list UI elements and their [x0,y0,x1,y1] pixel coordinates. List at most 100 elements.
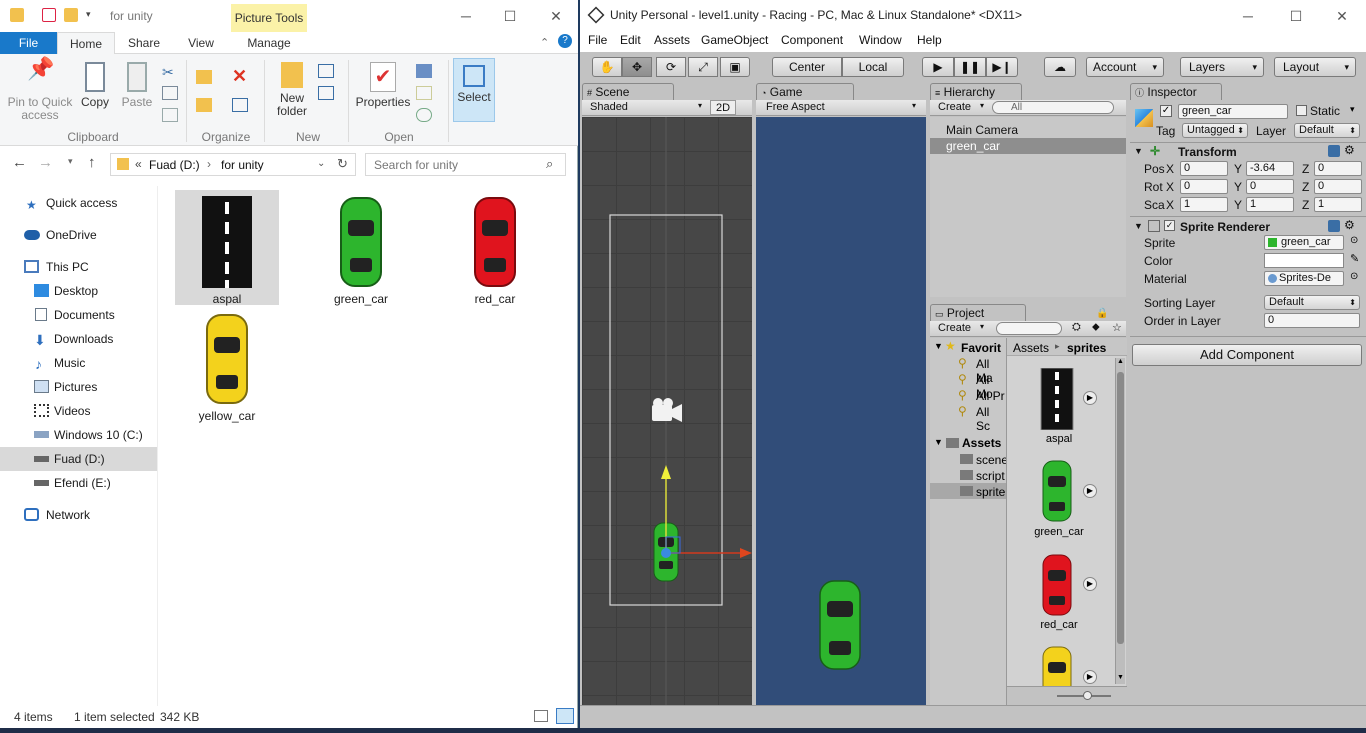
chevron-down-icon[interactable]: ▼ [934,437,943,447]
tab-inspector[interactable]: ⓘ Inspector [1130,83,1222,101]
easy-access-icon[interactable] [318,86,334,100]
search-icon[interactable]: ⌕ [546,156,553,172]
tab-scene[interactable]: # Scene [582,83,674,101]
tab-manage[interactable]: Manage [232,32,306,54]
nav-drive-d[interactable]: Fuad (D:) [0,447,157,471]
camera-gizmo-icon[interactable] [652,398,682,422]
menu-assets[interactable]: Assets [654,33,690,47]
menu-help[interactable]: Help [917,33,942,47]
minimize-button[interactable]: ─ [456,6,476,26]
material-field[interactable]: Sprites-De [1264,271,1344,286]
file-item-aspal[interactable]: aspal [175,190,279,306]
tree-scripts[interactable]: script [976,469,1005,483]
tree-sprites-row[interactable]: sprite [930,483,1006,499]
new-folder-icon[interactable] [64,8,78,22]
nav-quick-access[interactable]: ★ Quick access [0,191,157,215]
select-button[interactable]: Select [453,58,495,122]
active-checkbox[interactable]: ✓ [1160,105,1172,117]
move-to-icon[interactable] [196,70,212,84]
object-picker-icon[interactable]: ⊙ [1350,235,1358,246]
maximize-button[interactable]: ☐ [500,6,520,26]
paste-shortcut-icon[interactable] [162,108,178,122]
properties-button[interactable]: ✔ Properties [354,62,412,109]
gear-icon[interactable]: ⚙ [1344,218,1355,232]
nav-drive-e[interactable]: Efendi (E:) [0,471,157,495]
hierarchy-item-main-camera[interactable]: Main Camera [930,122,1126,138]
menu-gameobject[interactable]: GameObject [701,33,768,47]
position-z-field[interactable]: 0 [1314,161,1362,176]
filter-type-icon[interactable]: ⛭ [1072,321,1081,334]
nav-videos[interactable]: Videos [0,399,157,423]
color-swatch[interactable] [1264,253,1344,268]
2d-toggle[interactable]: 2D [710,100,736,115]
chevron-right-icon[interactable]: › [207,157,211,171]
rotate-tool-button[interactable]: ⟳ [656,57,686,77]
properties-check-icon[interactable] [42,8,56,22]
large-icons-view-icon[interactable] [556,708,574,724]
address-bar[interactable]: « Fuad (D:) › for unity ⌄ ↻ [110,153,356,176]
hierarchy-item-green-car[interactable]: green_car [930,138,1126,154]
menu-window[interactable]: Window [859,33,902,47]
cut-icon[interactable]: ✂ [162,64,178,80]
move-tool-button[interactable]: ✥ [622,57,652,77]
layers-dropdown[interactable]: Layers ▾ [1180,57,1264,77]
scroll-up-icon[interactable]: ▲ [1117,358,1124,365]
pivot-local-toggle[interactable]: Local [842,57,904,77]
help-icon[interactable]: ? [558,34,572,48]
nav-drive-c[interactable]: Windows 10 (C:) [0,423,157,447]
breadcrumb-drive[interactable]: Fuad (D:) [149,158,200,172]
copy-to-icon[interactable] [196,98,212,112]
menu-file[interactable]: File [588,33,607,47]
scale-y-field[interactable]: 1 [1246,197,1294,212]
tab-game[interactable]: ◔ Game [756,83,854,101]
scrollbar-thumb[interactable] [1117,372,1124,644]
add-component-button[interactable]: Add Component [1132,344,1362,366]
rotation-x-field[interactable]: 0 [1180,179,1228,194]
sprite-renderer-header[interactable]: ▼ ✓ Sprite Renderer ⚙ [1132,218,1364,236]
collapse-ribbon-icon[interactable]: ⌃ [540,36,549,49]
tree-scenes[interactable]: scene [976,453,1008,467]
scroll-down-icon[interactable]: ▼ [1117,674,1124,681]
tab-file[interactable]: File [0,32,57,54]
hierarchy-search-input[interactable]: All [992,101,1114,114]
order-in-layer-field[interactable]: 0 [1264,313,1360,328]
nav-desktop[interactable]: Desktop [0,279,157,303]
game-view[interactable] [756,117,926,705]
static-dropdown-icon[interactable]: ▾ [1350,104,1355,115]
project-search-input[interactable] [996,322,1062,335]
filter-label-icon[interactable]: ⬥ [1092,321,1100,334]
play-preview-icon[interactable]: ▶ [1083,391,1097,405]
tab-view[interactable]: View [175,32,227,54]
close-button[interactable]: ✕ [1332,6,1352,26]
pause-button[interactable]: ❚❚ [954,57,986,77]
history-icon[interactable] [416,108,432,122]
scale-z-field[interactable]: 1 [1314,197,1362,212]
copy-path-icon[interactable] [162,86,178,100]
pivot-center-toggle[interactable]: Center [772,57,842,77]
sprite-field[interactable]: green_car [1264,235,1344,250]
asset-yellow-car[interactable] [1039,646,1075,686]
tab-hierarchy[interactable]: ≡ Hierarchy [930,83,1022,101]
paste-button[interactable]: Paste [118,62,156,109]
help-book-icon[interactable] [1328,220,1340,232]
slider-knob[interactable] [1083,691,1092,700]
chevron-down-icon[interactable]: ▾ [980,322,984,331]
component-enabled-checkbox[interactable]: ✓ [1164,220,1175,231]
object-picker-icon[interactable]: ⊙ [1350,271,1358,282]
account-dropdown[interactable]: Account ▾ [1086,57,1164,77]
tree-favorites[interactable]: Favorit [961,341,1001,355]
tab-share[interactable]: Share [118,32,170,54]
breadcrumb-assets[interactable]: Assets [1013,341,1049,355]
object-name-field[interactable]: green_car [1178,104,1288,119]
lock-icon[interactable]: 🔒 [1096,308,1108,319]
nav-downloads[interactable]: ⬇ Downloads [0,327,157,351]
scene-view[interactable] [582,117,752,705]
eyedropper-icon[interactable]: ✎ [1350,252,1359,265]
tree-all-prefabs[interactable]: All Pr [976,389,1005,403]
pin-quick-access-button[interactable]: 📌 Pin to Quick access [6,58,74,122]
nav-documents[interactable]: Documents [0,303,157,327]
hand-tool-button[interactable]: ✋ [592,57,622,77]
chevron-down-icon[interactable]: ⌄ [317,158,325,169]
nav-network[interactable]: Network [0,503,157,527]
refresh-icon[interactable]: ↻ [337,156,348,172]
